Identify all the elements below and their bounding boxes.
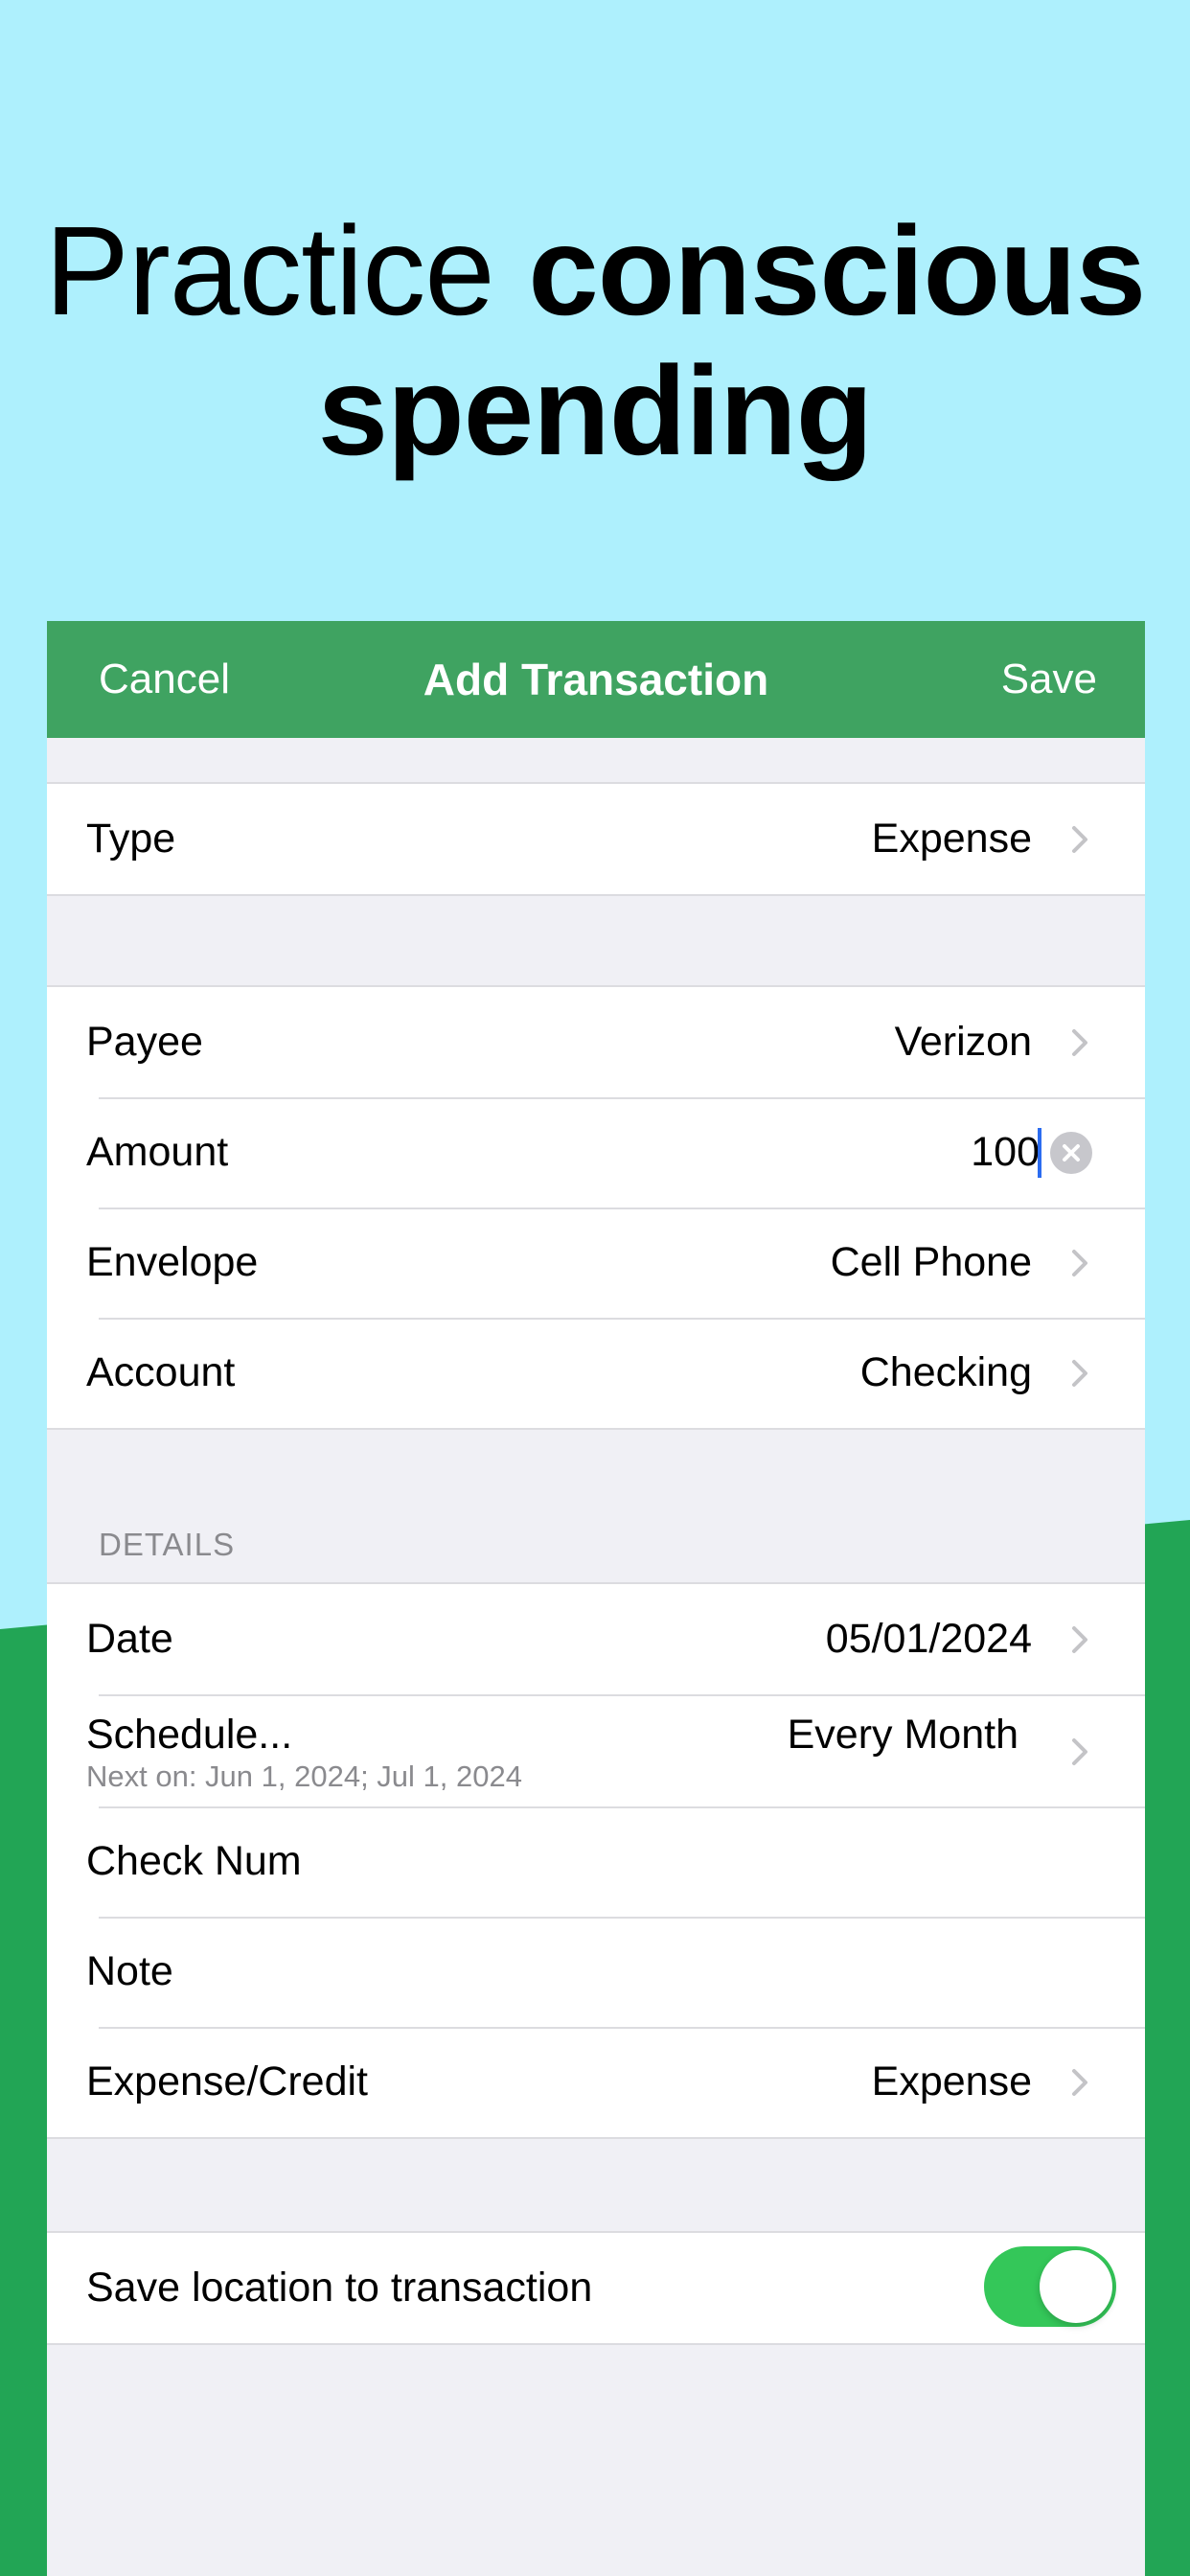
chevron-right-icon (1061, 820, 1099, 859)
type-label: Type (86, 816, 176, 862)
details-group: Date 05/01/2024 Schedule... Next on: Jun… (47, 1582, 1145, 2139)
note-row[interactable]: Note (47, 1917, 1145, 2027)
expense-credit-value: Expense (871, 2058, 1032, 2104)
main-group: Payee Verizon Amount 100 Envelope Cell P… (47, 985, 1145, 1430)
save-location-toggle[interactable] (984, 2246, 1116, 2327)
envelope-label: Envelope (86, 1239, 259, 1285)
amount-input[interactable]: 100 (971, 1097, 1040, 1208)
schedule-value: Every Month (787, 1712, 1018, 1758)
account-label: Account (86, 1349, 236, 1395)
payee-label: Payee (86, 1019, 203, 1065)
date-value: 05/01/2024 (825, 1616, 1032, 1662)
note-label: Note (86, 1948, 173, 1994)
transaction-card: Add Transaction Cancel Save Type Expense… (47, 621, 1145, 2576)
chevron-right-icon (1061, 1354, 1099, 1392)
date-row[interactable]: Date 05/01/2024 (47, 1584, 1145, 1694)
expense-credit-label: Expense/Credit (86, 2058, 368, 2104)
chevron-right-icon (1061, 1621, 1099, 1659)
expense-credit-row[interactable]: Expense/Credit Expense (47, 2027, 1145, 2137)
envelope-row[interactable]: Envelope Cell Phone (47, 1208, 1145, 1318)
schedule-row[interactable]: Schedule... Next on: Jun 1, 2024; Jul 1,… (47, 1694, 1145, 1806)
envelope-value: Cell Phone (830, 1239, 1032, 1285)
type-group: Type Expense (47, 782, 1145, 896)
payee-row[interactable]: Payee Verizon (47, 987, 1145, 1097)
navbar-title: Add Transaction (423, 655, 769, 704)
cancel-button[interactable]: Cancel (99, 621, 230, 738)
chevron-right-icon (1061, 2063, 1099, 2102)
date-label: Date (86, 1616, 173, 1662)
type-value: Expense (871, 816, 1032, 862)
chevron-right-icon (1061, 1733, 1099, 1771)
text-caret (1038, 1128, 1041, 1178)
navbar: Add Transaction Cancel Save (47, 621, 1145, 738)
type-row[interactable]: Type Expense (47, 784, 1145, 894)
headline: Practice conscious spending (0, 201, 1190, 481)
chevron-right-icon (1061, 1244, 1099, 1282)
schedule-label: Schedule... (86, 1712, 293, 1758)
headline-bold-1: conscious (528, 200, 1146, 341)
payee-value: Verizon (894, 1019, 1032, 1065)
check-num-row[interactable]: Check Num (47, 1806, 1145, 1917)
save-location-label: Save location to transaction (86, 2265, 593, 2311)
amount-label: Amount (86, 1129, 229, 1175)
headline-bold-2: spending (317, 340, 874, 481)
toggle-knob (1040, 2250, 1112, 2323)
chevron-right-icon (1061, 1024, 1099, 1062)
account-value: Checking (859, 1349, 1032, 1395)
account-row[interactable]: Account Checking (47, 1318, 1145, 1428)
details-section-header: DETAILS (99, 1527, 236, 1562)
clear-circle-icon[interactable] (1050, 1132, 1092, 1174)
headline-light: Practice (44, 200, 495, 341)
check-num-label: Check Num (86, 1838, 302, 1884)
save-button[interactable]: Save (1001, 621, 1097, 738)
schedule-next-dates: Next on: Jun 1, 2024; Jul 1, 2024 (86, 1760, 522, 1793)
amount-row[interactable]: Amount 100 (47, 1097, 1145, 1208)
save-location-row: Save location to transaction (47, 2233, 1145, 2343)
location-group: Save location to transaction (47, 2231, 1145, 2345)
